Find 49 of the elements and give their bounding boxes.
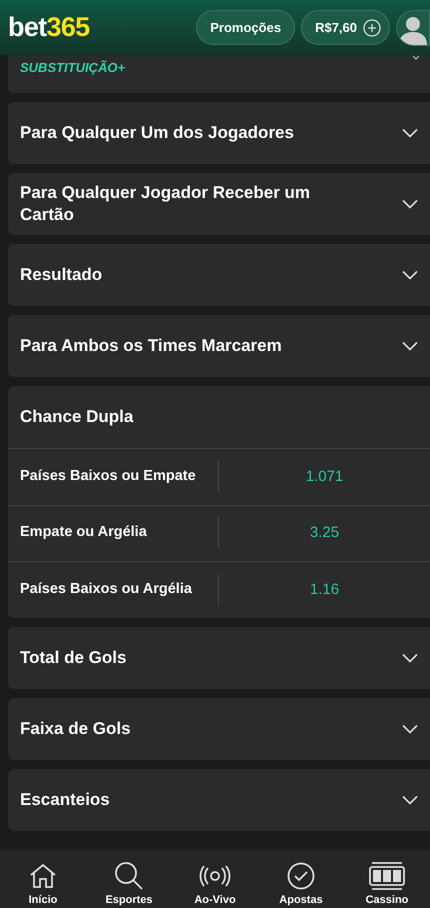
chevron-down-icon (402, 128, 418, 138)
market-title: Faixa de Gols (20, 718, 132, 740)
market-header[interactable]: Resultado (8, 244, 430, 306)
chevron-down-icon (402, 341, 418, 351)
market-header[interactable]: Faixa de Gols (8, 698, 430, 760)
market-title: Resultado (20, 264, 104, 286)
odds-value: 1.071 (304, 466, 344, 486)
balance-button[interactable]: R$7,60 (301, 10, 390, 45)
selection-row[interactable]: Países Baixos ou Argélia 1.16 (8, 561, 430, 618)
chevron-down-icon (402, 724, 418, 734)
market-header[interactable]: Escanteios (8, 768, 430, 830)
market-header[interactable]: Para Qualquer Jogador Receber um Cartão (8, 173, 430, 235)
market-title: Para Ambos os Times Marcarem (20, 335, 283, 357)
selection-name: Países Baixos ou Argélia (8, 574, 219, 606)
home-icon (29, 863, 57, 889)
checkmark-circle-icon (287, 862, 315, 890)
nav-tab[interactable]: Apostas (279, 894, 323, 907)
market-title: Chance Dupla (20, 406, 134, 428)
search-icon (114, 861, 144, 891)
selection-name: Empate ou Argélia (8, 517, 219, 550)
broadcast-icon (199, 865, 231, 887)
nav-tab[interactable]: Ao-Vivo (194, 894, 236, 907)
chevron-down-icon (402, 794, 418, 804)
slot-machine-icon (368, 861, 406, 891)
nav-tab[interactable]: Esportes (105, 894, 153, 907)
plus-icon (363, 18, 381, 36)
avatar-button[interactable] (396, 10, 430, 46)
market-title: Total de Gols (20, 646, 128, 668)
market-header[interactable]: Para Ambos os Times Marcarem (8, 315, 430, 377)
selection-row[interactable]: Empate ou Argélia 3.25 (8, 504, 430, 561)
market-header[interactable]: Chance Dupla (8, 386, 430, 448)
market-title: Para Qualquer Um dos Jogadores (20, 122, 295, 144)
market-header[interactable]: Total de Gols (8, 626, 430, 688)
market-header[interactable]: Para Qualquer Um dos Jogadores (8, 102, 430, 164)
chevron-down-icon (402, 270, 418, 280)
market-title: Para Qualquer Jogador Receber um Cartão (20, 182, 312, 226)
chevron-down-icon (402, 199, 418, 209)
selection-row[interactable]: Países Baixos ou Empate 1.071 (8, 448, 430, 504)
nav-tab[interactable]: Cassino (366, 894, 408, 907)
substitution-label: SUBSTITUIÇÃO+ (20, 59, 126, 77)
logo[interactable]: bet365 (8, 14, 90, 41)
odds-value: 3.25 (308, 523, 340, 543)
chevron-down-icon (412, 55, 420, 61)
odds-value: 1.16 (308, 580, 340, 600)
market-title: Escanteios (20, 788, 111, 810)
chevron-down-icon (402, 652, 418, 662)
nav-tab[interactable]: Início (28, 894, 58, 907)
promotions-button[interactable]: Promoções (196, 10, 296, 45)
selection-name: Países Baixos ou Empate (8, 460, 219, 493)
